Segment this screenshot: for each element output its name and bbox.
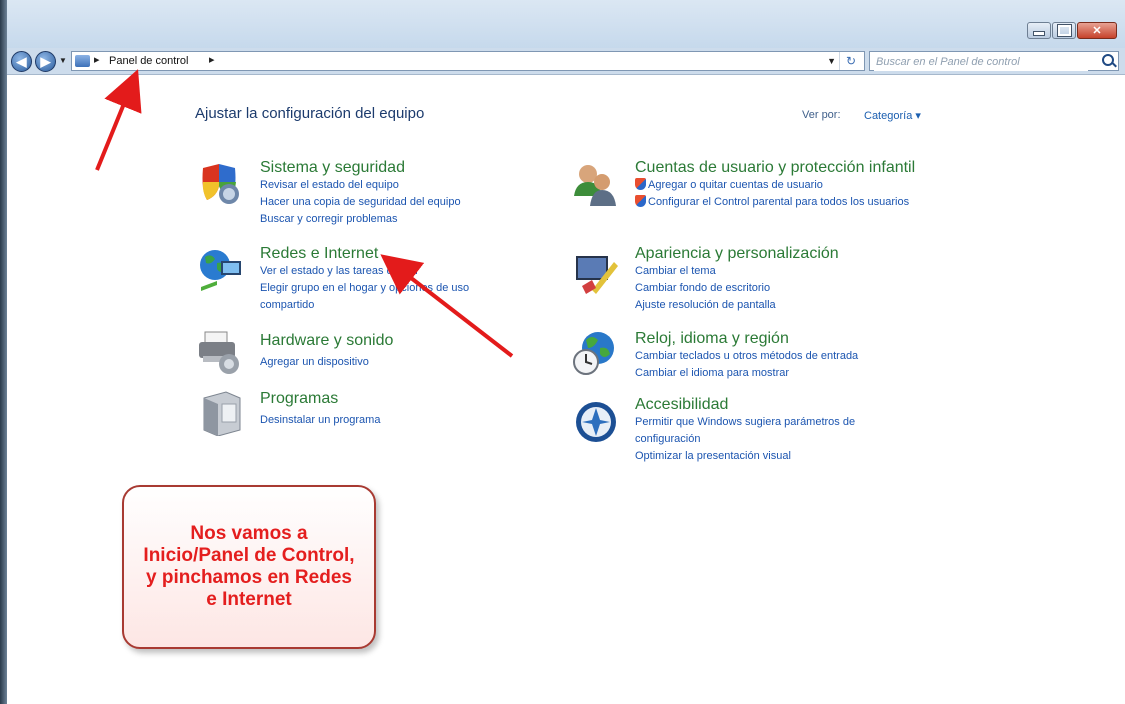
arrow-to-breadcrumb: [95, 69, 142, 171]
arrow-to-network-category: [380, 254, 514, 358]
instruction-callout: Nos vamos a Inicio/Panel de Control, y p…: [122, 485, 376, 649]
callout-text: Nos vamos a Inicio/Panel de Control, y p…: [143, 523, 355, 610]
control-panel-window: ✕ ◀ ▶ ▼ ▸ Panel de control ▸ ▼ ↻ Ajustar…: [0, 0, 1125, 704]
